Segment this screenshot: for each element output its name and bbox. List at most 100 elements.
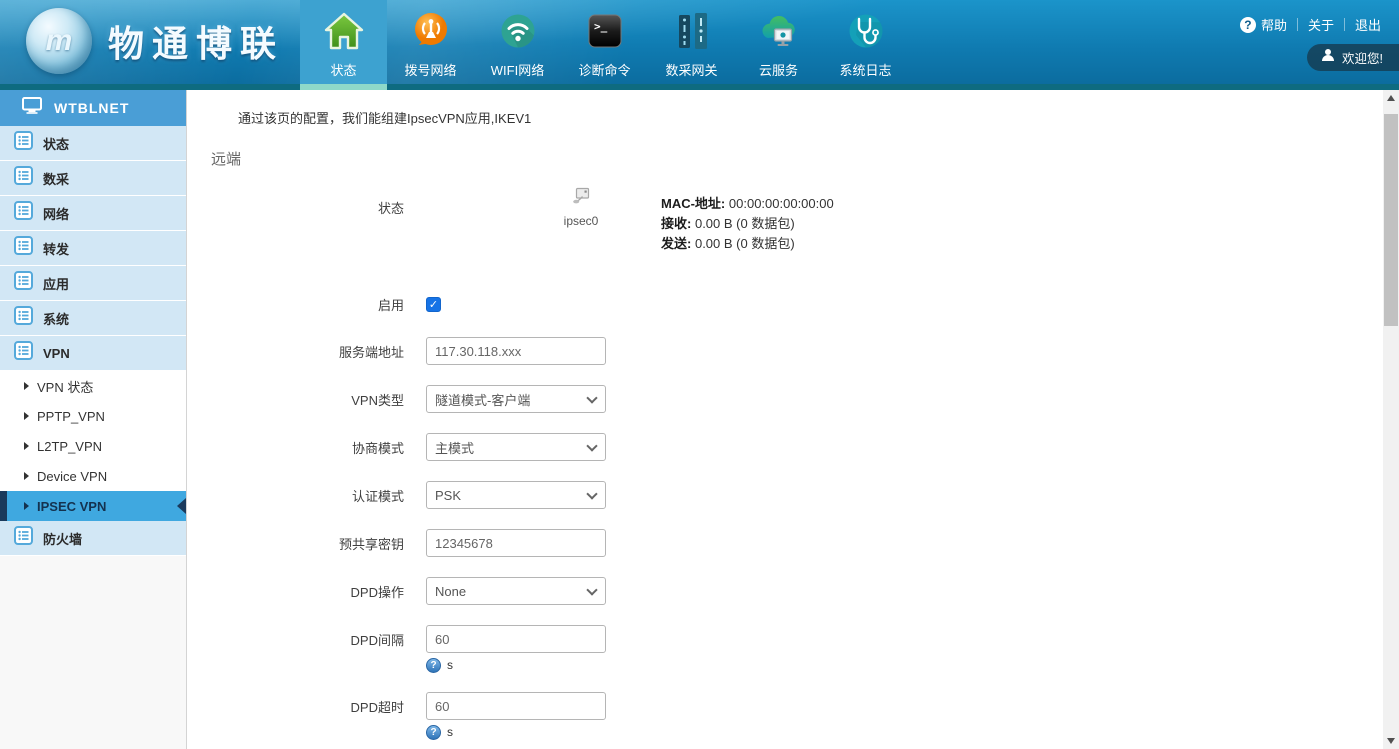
field-label: 预共享密钥 [188, 534, 404, 553]
rx-line: 接收: 0.00 B (0 数据包) [661, 214, 834, 234]
enable-checkbox[interactable]: ✓ [426, 297, 441, 312]
sidebar-item-vpn[interactable]: VPN [0, 336, 186, 371]
nav-item-status[interactable]: 状态 [300, 0, 387, 84]
sidebar-item-firewall[interactable]: 防火墙 [0, 521, 186, 556]
device-name: WTBLNET [54, 100, 129, 116]
auth-mode-select[interactable]: PSK [426, 481, 606, 509]
nav-label: 拨号网络 [404, 60, 456, 79]
submenu-item-device-vpn[interactable]: Device VPN [0, 461, 186, 491]
sidebar-item-network[interactable]: 网络 [0, 196, 186, 231]
nav-label: 系统日志 [839, 60, 891, 79]
network-interface-icon [572, 192, 590, 209]
interface-block: ipsec0 [546, 187, 616, 228]
submenu-item-label: Device VPN [37, 469, 107, 484]
submenu-item-label: VPN 状态 [37, 377, 93, 396]
sidebar-item-label: VPN [43, 346, 70, 361]
chevron-down-icon [586, 392, 597, 403]
dpd-timeout-unit: ? s [426, 724, 453, 740]
main-content: 通过该页的配置，我们能组建IpsecVPN应用,IKEV1 远端 状态 ipse… [188, 90, 1383, 749]
brand-name: 物通博联 [108, 15, 284, 67]
sidebar-item-label: 网络 [43, 204, 69, 223]
divider [1344, 18, 1345, 31]
scroll-down-arrow[interactable] [1383, 733, 1399, 749]
dial-network-icon [408, 8, 454, 54]
list-icon [14, 236, 33, 260]
unit-label: s [447, 725, 453, 739]
triangle-bullet-icon [24, 412, 29, 420]
submenu-item-label: L2TP_VPN [37, 439, 102, 454]
logout-link[interactable]: 退出 [1355, 15, 1381, 34]
dpd-timeout-input[interactable] [426, 692, 606, 720]
help-link[interactable]: 帮助 [1261, 15, 1287, 34]
list-icon [14, 201, 33, 225]
submenu-item-label: PPTP_VPN [37, 409, 105, 424]
nav-item-data-gateway[interactable]: 数采网关 [648, 0, 735, 84]
triangle-bullet-icon [24, 472, 29, 480]
scroll-up-arrow[interactable] [1383, 90, 1399, 106]
top-nav: 状态 拨号网络 WIFI网络 [300, 0, 909, 84]
dpd-timeout-row: DPD超时 [188, 692, 606, 720]
field-label: DPD超时 [188, 697, 404, 716]
field-label: VPN类型 [188, 390, 404, 409]
vertical-scrollbar[interactable] [1383, 90, 1399, 749]
sidebar-device-header: WTBLNET [0, 90, 186, 126]
brand-logo: m 物通博联 [26, 8, 284, 74]
help-icon[interactable]: ? [426, 658, 441, 673]
sidebar-item-label: 状态 [43, 134, 69, 153]
interface-name: ipsec0 [546, 214, 616, 228]
sidebar-item-system[interactable]: 系统 [0, 301, 186, 336]
sidebar-item-status[interactable]: 状态 [0, 126, 186, 161]
preshared-key-row: 预共享密钥 [188, 529, 606, 557]
logo-sphere-icon: m [26, 8, 92, 74]
triangle-bullet-icon [24, 442, 29, 450]
help-question-icon[interactable]: ? [1240, 17, 1256, 33]
dpd-action-select[interactable]: None [426, 577, 606, 605]
nav-label: 诊断命令 [578, 60, 630, 79]
preshared-key-input[interactable] [426, 529, 606, 557]
divider [1297, 18, 1298, 31]
field-label: 协商模式 [188, 438, 404, 457]
submenu-item-ipsec-vpn[interactable]: IPSEC VPN [0, 491, 186, 521]
submenu-item-vpn-status[interactable]: VPN 状态 [0, 371, 186, 401]
nav-label: 云服务 [759, 60, 798, 79]
svg-text:>_: >_ [594, 20, 608, 33]
nav-item-wifi-network[interactable]: WIFI网络 [474, 0, 561, 84]
negotiation-mode-select[interactable]: 主模式 [426, 433, 606, 461]
sidebar-item-label: 数采 [43, 169, 69, 188]
nav-item-dial-network[interactable]: 拨号网络 [387, 0, 474, 84]
vpn-type-row: VPN类型 隧道模式-客户端 [188, 385, 606, 413]
top-links: ? 帮助 关于 退出 [1240, 15, 1381, 34]
sidebar-item-forwarding[interactable]: 转发 [0, 231, 186, 266]
field-label: DPD间隔 [188, 630, 404, 649]
home-icon [321, 8, 367, 54]
welcome-button[interactable]: 欢迎您! [1307, 44, 1399, 71]
tx-line: 发送: 0.00 B (0 数据包) [661, 234, 834, 254]
nav-item-diagnostic-command[interactable]: >_ 诊断命令 [561, 0, 648, 84]
about-link[interactable]: 关于 [1308, 15, 1334, 34]
sidebar-item-application[interactable]: 应用 [0, 266, 186, 301]
server-address-input[interactable] [426, 337, 606, 365]
chevron-down-icon [586, 584, 597, 595]
submenu-item-pptp-vpn[interactable]: PPTP_VPN [0, 401, 186, 431]
nav-item-cloud-service[interactable]: 云服务 [735, 0, 822, 84]
submenu-item-l2tp-vpn[interactable]: L2TP_VPN [0, 431, 186, 461]
sidebar-item-label: 应用 [43, 274, 69, 293]
field-label: DPD操作 [188, 582, 404, 601]
vpn-submenu: VPN 状态 PPTP_VPN L2TP_VPN Device VPN IPSE… [0, 371, 186, 521]
triangle-bullet-icon [24, 382, 29, 390]
cloud-icon [756, 8, 802, 54]
vpn-type-select[interactable]: 隧道模式-客户端 [426, 385, 606, 413]
enable-row: 启用 ✓ [188, 290, 441, 318]
enable-label: 启用 [188, 295, 404, 314]
page-description: 通过该页的配置，我们能组建IpsecVPN应用,IKEV1 [238, 108, 531, 127]
triangle-bullet-icon [24, 502, 29, 510]
mac-line: MAC-地址: 00:00:00:00:00:00 [661, 194, 834, 214]
nav-item-system-log[interactable]: 系统日志 [822, 0, 909, 84]
dpd-interval-input[interactable] [426, 625, 606, 653]
help-icon[interactable]: ? [426, 725, 441, 740]
scrollbar-thumb[interactable] [1384, 114, 1398, 326]
monitor-icon [22, 97, 42, 119]
dpd-interval-row: DPD间隔 [188, 625, 606, 653]
gateway-icon [669, 8, 715, 54]
sidebar-item-data-acquisition[interactable]: 数采 [0, 161, 186, 196]
